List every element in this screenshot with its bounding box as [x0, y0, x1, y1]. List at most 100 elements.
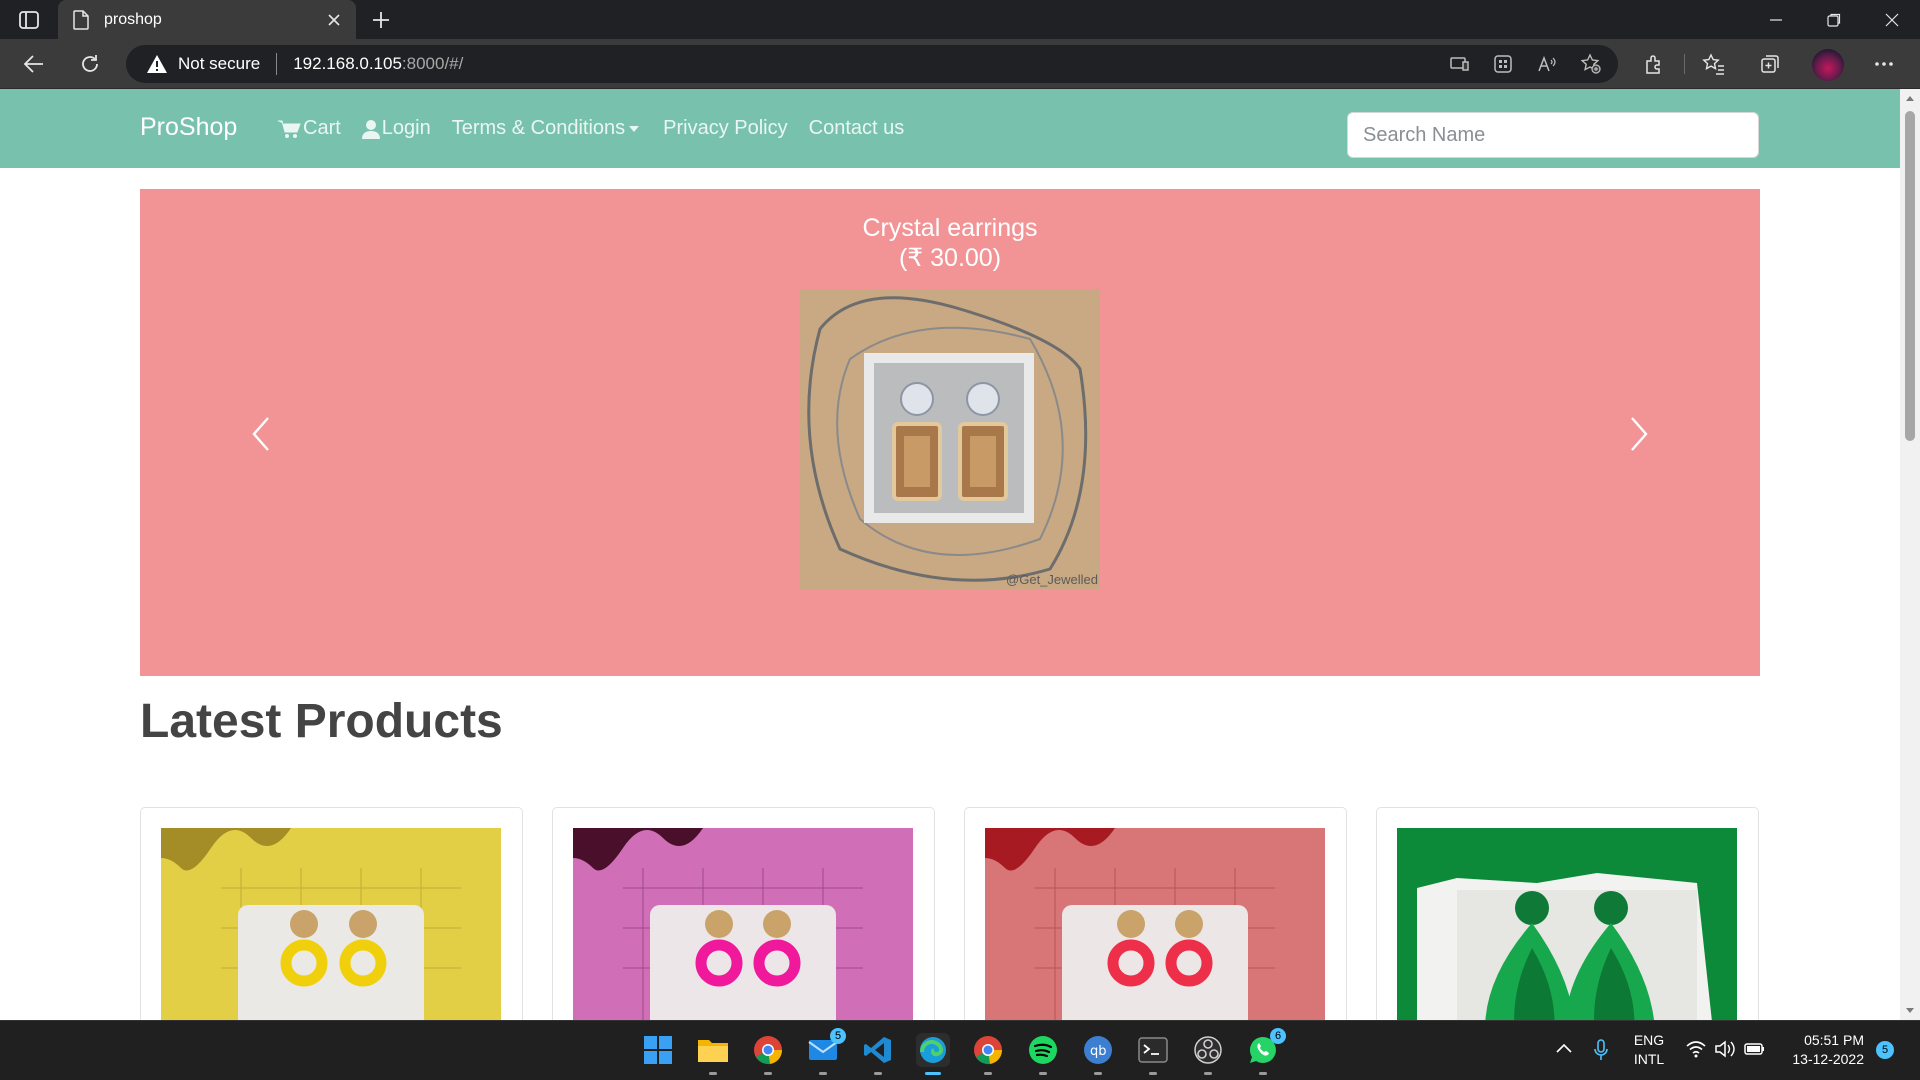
latest-products-heading: Latest Products: [140, 695, 503, 748]
nav-login-link[interactable]: Login: [361, 117, 431, 140]
running-indicator: [819, 1072, 827, 1075]
chrome-profile-icon[interactable]: [971, 1033, 1005, 1075]
read-aloud-icon[interactable]: [1536, 53, 1558, 75]
qbittorrent-icon[interactable]: qb: [1081, 1033, 1115, 1075]
user-icon: [361, 119, 380, 139]
product-image[interactable]: [985, 828, 1325, 1020]
windows-taskbar: 5 qb 6 ENG INTL 05:51 PM 13-12-2022 5: [0, 1020, 1920, 1080]
close-tab-icon[interactable]: [326, 12, 342, 28]
whatsapp-icon[interactable]: 6: [1246, 1028, 1286, 1075]
product-image[interactable]: [161, 828, 501, 1020]
browser-tab-strip: proshop: [0, 0, 1920, 39]
running-indicator: [1259, 1072, 1267, 1075]
carousel-product-price: (₹ 30.00): [898, 244, 1002, 272]
nav-cart-label: Cart: [303, 117, 341, 139]
notification-badge[interactable]: 5: [1876, 1041, 1894, 1059]
product-card[interactable]: [552, 807, 935, 1020]
active-indicator: [925, 1072, 941, 1075]
spotify-icon[interactable]: [1026, 1033, 1060, 1075]
back-button[interactable]: [18, 49, 50, 79]
carousel-next-icon[interactable]: [1624, 414, 1654, 454]
browser-toolbar: Not secure 192.168.0.105:8000/#/: [0, 39, 1920, 89]
minimize-button[interactable]: [1756, 6, 1796, 34]
browser-tab[interactable]: proshop: [58, 0, 356, 39]
product-carousel: Crystal earrings (₹ 30.00) @Get_Jewelled: [140, 189, 1760, 676]
profile-avatar[interactable]: [1812, 49, 1844, 81]
collections-button[interactable]: [1754, 49, 1786, 79]
new-tab-icon[interactable]: [368, 7, 394, 33]
running-indicator: [1094, 1072, 1102, 1075]
mail-icon[interactable]: 5: [806, 1028, 846, 1075]
chrome-icon[interactable]: [751, 1033, 785, 1075]
nav-privacy-link[interactable]: Privacy Policy: [663, 117, 787, 140]
warning-icon: [147, 55, 167, 73]
refresh-button[interactable]: [74, 49, 106, 79]
nav-cart-link[interactable]: Cart: [277, 117, 341, 140]
battery-icon[interactable]: [1744, 1041, 1766, 1057]
security-label[interactable]: Not secure: [178, 54, 260, 74]
close-window-button[interactable]: [1872, 6, 1912, 34]
app-available-icon[interactable]: [1448, 53, 1470, 75]
clock[interactable]: 05:51 PM 13-12-2022: [1780, 1031, 1864, 1069]
page-icon: [73, 9, 89, 30]
qr-code-icon[interactable]: [1492, 53, 1514, 75]
file-explorer-icon[interactable]: [696, 1033, 730, 1075]
terminal-icon[interactable]: [1136, 1033, 1170, 1075]
extensions-button[interactable]: [1638, 49, 1670, 79]
product-image[interactable]: [573, 828, 913, 1020]
product-image[interactable]: [1397, 828, 1737, 1020]
scroll-thumb[interactable]: [1905, 111, 1915, 441]
svg-text:qb: qb: [1090, 1044, 1107, 1059]
add-favorite-icon[interactable]: [1580, 53, 1602, 75]
brand-link[interactable]: ProShop: [140, 113, 237, 142]
product-card[interactable]: [964, 807, 1347, 1020]
clock-date: 13-12-2022: [1792, 1051, 1864, 1067]
product-card[interactable]: [1376, 807, 1759, 1020]
mail-badge: 5: [830, 1028, 846, 1044]
running-indicator: [709, 1072, 717, 1075]
volume-icon[interactable]: [1714, 1040, 1736, 1058]
restore-button[interactable]: [1814, 6, 1854, 34]
cart-icon: [278, 120, 301, 138]
language-indicator[interactable]: ENG INTL: [1627, 1031, 1671, 1069]
running-indicator: [984, 1072, 992, 1075]
scroll-up-icon[interactable]: [1906, 95, 1914, 101]
url-host: 192.168.0.105: [293, 54, 402, 73]
more-menu-button[interactable]: [1868, 49, 1900, 79]
vscode-icon[interactable]: [861, 1033, 895, 1075]
toolbar-divider: [1684, 54, 1685, 74]
product-card[interactable]: [140, 807, 523, 1020]
running-indicator: [764, 1072, 772, 1075]
obs-icon[interactable]: [1191, 1033, 1225, 1075]
tab-actions-icon[interactable]: [16, 8, 42, 32]
carousel-product-image[interactable]: @Get_Jewelled: [800, 289, 1100, 589]
carousel-caption[interactable]: Crystal earrings (₹ 30.00): [140, 213, 1760, 273]
carousel-watermark: @Get_Jewelled: [1006, 572, 1098, 587]
running-indicator: [1149, 1072, 1157, 1075]
running-indicator: [1039, 1072, 1047, 1075]
whatsapp-badge: 6: [1270, 1028, 1286, 1044]
nav-login-label: Login: [381, 117, 431, 139]
nav-contact-link[interactable]: Contact us: [809, 117, 905, 140]
wifi-icon[interactable]: [1686, 1040, 1706, 1058]
address-bar[interactable]: Not secure 192.168.0.105:8000/#/: [126, 45, 1618, 83]
omnibox-divider: [276, 53, 278, 75]
scroll-down-icon[interactable]: [1906, 1008, 1914, 1014]
tray-chevron-icon[interactable]: [1556, 1043, 1572, 1053]
carousel-prev-icon[interactable]: [246, 414, 276, 454]
microphone-icon[interactable]: [1594, 1039, 1608, 1061]
keyboard-layout: INTL: [1633, 1051, 1665, 1067]
search-input[interactable]: [1347, 112, 1759, 158]
start-icon[interactable]: [641, 1033, 675, 1067]
page-scrollbar[interactable]: [1900, 89, 1920, 1020]
running-indicator: [1204, 1072, 1212, 1075]
favorites-button[interactable]: [1698, 49, 1730, 79]
edge-icon[interactable]: [916, 1033, 950, 1075]
carousel-product-title: Crystal earrings: [862, 214, 1038, 242]
nav-terms-label: Terms & Conditions: [451, 117, 626, 139]
page-viewport: ProShop Cart Login Terms & Conditions Pr…: [0, 89, 1900, 1020]
site-navbar: ProShop Cart Login Terms & Conditions Pr…: [0, 89, 1900, 168]
caret-down-icon: [629, 125, 640, 132]
nav-terms-dropdown[interactable]: Terms & Conditions: [451, 117, 640, 140]
running-indicator: [874, 1072, 882, 1075]
